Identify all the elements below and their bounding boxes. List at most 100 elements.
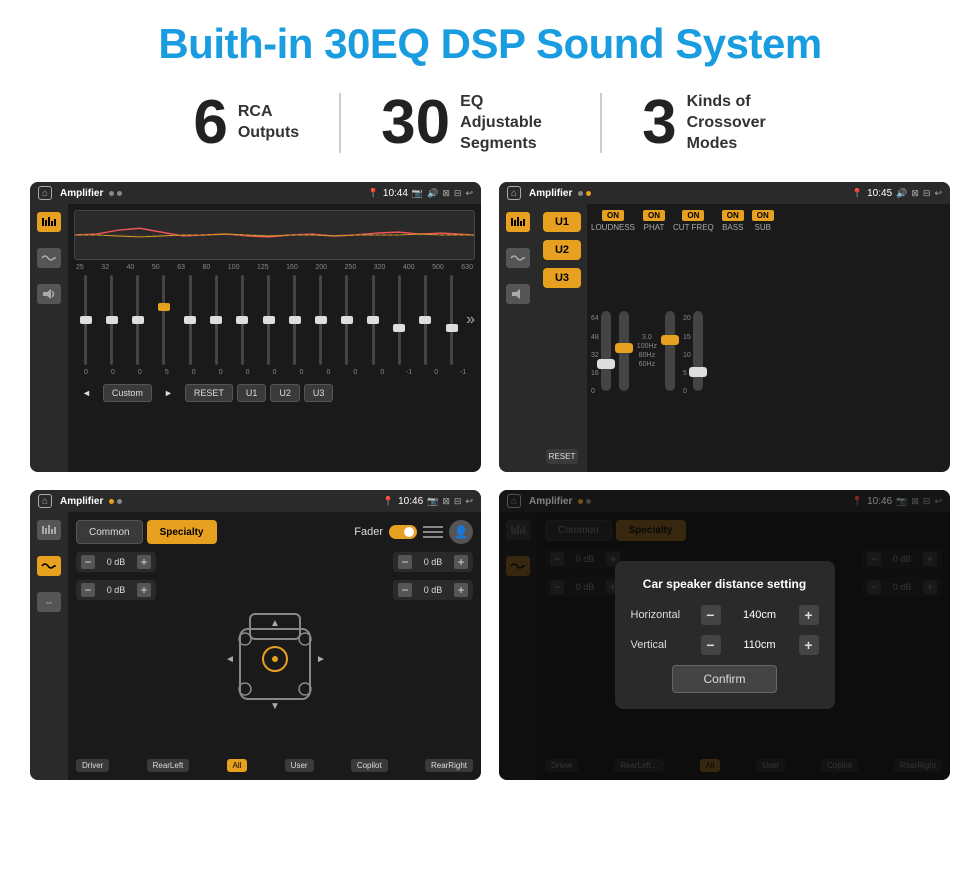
mixer-sliders: 64 48 32 16 0 3.0 <box>591 236 946 466</box>
svg-text:▼: ▼ <box>270 701 280 712</box>
control-phat: ON PHAT <box>643 210 665 232</box>
side-panel-1 <box>30 204 68 472</box>
vert-slider-3[interactable] <box>665 311 675 391</box>
mixer-main: ON LOUDNESS ON PHAT ON CUT FREQ ON <box>587 204 950 472</box>
screen2-body: U1 U2 U3 RESET ON LOUDNESS <box>499 204 950 472</box>
u2-btn-1[interactable]: U2 <box>270 384 300 402</box>
tab-specialty-3[interactable]: Specialty <box>147 520 217 544</box>
loc-all[interactable]: All <box>227 759 248 772</box>
u1-btn-1[interactable]: U1 <box>237 384 267 402</box>
status-dot-2 <box>117 191 122 196</box>
reset-area: RESET <box>546 449 579 464</box>
on-badge-cutfreq: ON <box>682 210 704 221</box>
side-icon-eq-2[interactable] <box>506 212 530 232</box>
slider-group-4: 20 15 10 5 0 <box>683 307 703 395</box>
plus-btn-4[interactable]: + <box>454 583 468 597</box>
u3-btn[interactable]: U3 <box>543 268 581 288</box>
ctrl-label-loudness: LOUDNESS <box>591 223 635 232</box>
slider-col <box>74 275 97 365</box>
fader-tab-row: Common Specialty Fader 👤 <box>76 520 473 544</box>
dialog-row-vertical: Vertical − 110cm + <box>631 635 819 655</box>
screen-dialog: Amplifier 📍 10:46 📷⊠⊟↩ <box>499 490 950 780</box>
svg-text:◄: ◄ <box>225 654 235 665</box>
loc-driver: Driver <box>76 759 109 772</box>
side-icon-wave-3[interactable] <box>37 556 61 576</box>
svg-text:▲: ▲ <box>270 618 280 629</box>
home-icon-1[interactable] <box>38 186 52 200</box>
side-icon-eq-3[interactable] <box>37 520 61 540</box>
eq-freq-labels: 253240506380100125160200250320400500630 <box>74 264 475 271</box>
slider-group-3 <box>665 307 675 395</box>
status-time-3: 10:46 <box>398 496 423 507</box>
side-icon-arrows[interactable]: ⇔ <box>37 592 61 612</box>
slider-values: 0 0 0 5 0 0 0 0 0 0 0 0 -1 0 -1 <box>74 369 475 376</box>
horizontal-minus-btn[interactable]: − <box>701 605 721 625</box>
fader-toggle[interactable] <box>389 525 417 539</box>
horizontal-plus-btn[interactable]: + <box>799 605 819 625</box>
status-dot-3 <box>578 191 583 196</box>
plus-btn-1[interactable]: + <box>137 555 151 569</box>
u2-btn[interactable]: U2 <box>543 240 581 260</box>
bottom-controls-1: ◄ Custom ► RESET U1 U2 U3 <box>74 384 475 402</box>
db-row-4: − 0 dB + <box>393 580 473 600</box>
next-btn[interactable]: ► <box>156 385 181 401</box>
side-icon-eq[interactable] <box>37 212 61 232</box>
home-icon-3[interactable] <box>38 494 52 508</box>
stat-label-crossover: Kinds ofCrossover Modes <box>687 92 787 154</box>
control-sub: ON SUB <box>752 210 774 232</box>
ctrl-label-sub: SUB <box>755 223 771 232</box>
fader-right: − 0 dB + − 0 dB + <box>393 552 473 755</box>
bottom-labels-3: Driver RearLeft All User Copilot RearRig… <box>76 759 473 772</box>
screenshots-grid: Amplifier 📍 10:44 📷🔊⊠⊟↩ <box>30 182 950 780</box>
plus-btn-3[interactable]: + <box>454 555 468 569</box>
reset-btn-2[interactable]: RESET <box>546 449 579 464</box>
side-icon-wave-2[interactable] <box>506 248 530 268</box>
dialog-title: Car speaker distance setting <box>631 577 819 591</box>
fader-main: Common Specialty Fader 👤 <box>68 512 481 780</box>
screen-eq: Amplifier 📍 10:44 📷🔊⊠⊟↩ <box>30 182 481 472</box>
side-panel-2 <box>499 204 537 472</box>
vertical-minus-btn[interactable]: − <box>701 635 721 655</box>
status-bar-2: Amplifier 📍 10:45 🔊⊠⊟↩ <box>499 182 950 204</box>
fader-label: Fader <box>354 526 383 538</box>
stat-crossover: 3 Kinds ofCrossover Modes <box>602 92 826 154</box>
minus-btn-2[interactable]: − <box>81 583 95 597</box>
side-icon-speaker-2[interactable] <box>506 284 530 304</box>
custom-btn[interactable]: Custom <box>103 384 152 402</box>
side-icon-wave[interactable] <box>37 248 61 268</box>
vert-slider-4[interactable] <box>693 311 703 391</box>
status-title-3: Amplifier <box>60 496 103 507</box>
screen-mixer: Amplifier 📍 10:45 🔊⊠⊟↩ <box>499 182 950 472</box>
dialog-horizontal-label: Horizontal <box>631 609 701 621</box>
eq-sliders: » <box>74 275 475 365</box>
status-title-2: Amplifier <box>529 188 572 199</box>
vertical-plus-btn[interactable]: + <box>799 635 819 655</box>
on-badge-sub: ON <box>752 210 774 221</box>
plus-btn-2[interactable]: + <box>137 583 151 597</box>
page-title: Buith-in 30EQ DSP Sound System <box>30 20 950 68</box>
side-icon-speaker[interactable] <box>37 284 61 304</box>
vert-slider-2[interactable] <box>619 311 629 391</box>
confirm-button[interactable]: Confirm <box>672 665 776 693</box>
side-panel-3: ⇔ <box>30 512 68 780</box>
user-icon[interactable]: 👤 <box>449 520 473 544</box>
minus-btn-1[interactable]: − <box>81 555 95 569</box>
mixer-labels-row: ON LOUDNESS ON PHAT ON CUT FREQ ON <box>591 210 946 232</box>
db-row-1: − 0 dB + <box>76 552 156 572</box>
minus-btn-3[interactable]: − <box>398 555 412 569</box>
u3-btn-1[interactable]: U3 <box>304 384 334 402</box>
reset-btn-1[interactable]: RESET <box>185 384 233 402</box>
minus-btn-4[interactable]: − <box>398 583 412 597</box>
vert-slider-1[interactable] <box>601 311 611 391</box>
tab-common-3[interactable]: Common <box>76 520 143 544</box>
fader-controls: − 0 dB + − 0 dB + <box>76 552 473 755</box>
u1-btn[interactable]: U1 <box>543 212 581 232</box>
ctrl-label-phat: PHAT <box>644 223 665 232</box>
home-icon-2[interactable] <box>507 186 521 200</box>
u-panel: U1 U2 U3 RESET <box>537 204 587 472</box>
fader-bars-icon <box>423 524 443 540</box>
prev-btn[interactable]: ◄ <box>74 385 99 401</box>
vertical-value: 110cm <box>725 639 795 651</box>
control-loudness: ON LOUDNESS <box>591 210 635 232</box>
fader-top-controls: Fader 👤 <box>354 520 473 544</box>
